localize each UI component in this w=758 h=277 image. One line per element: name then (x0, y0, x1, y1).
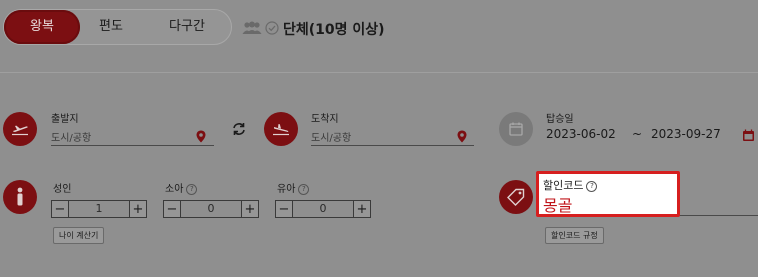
infant-label: 유아? (277, 180, 310, 195)
destination-underline (311, 145, 474, 146)
infant-plus-button[interactable]: + (353, 200, 371, 218)
adult-stepper: − 1 + (51, 200, 147, 218)
help-icon[interactable]: ? (298, 183, 310, 195)
end-date[interactable]: 2023-09-27 (651, 127, 721, 141)
help-icon[interactable]: ? (586, 180, 598, 192)
date-separator: ~ (632, 127, 643, 141)
promo-label: 할인코드? (543, 177, 598, 193)
tab-multi-city[interactable]: 다구간 (152, 10, 222, 44)
child-plus-button[interactable]: + (241, 200, 259, 218)
group-icon (242, 20, 262, 39)
destination-input[interactable]: 도시/공항 (311, 129, 351, 144)
help-icon[interactable]: ? (186, 183, 198, 195)
plane-arrive-icon (264, 112, 298, 146)
trip-type-tabs: 왕복 편도 다구간 (3, 9, 232, 45)
age-calculator-button[interactable]: 나이 계산기 (53, 227, 105, 244)
divider (0, 72, 758, 73)
infant-stepper: − 0 + (275, 200, 371, 218)
child-count[interactable]: 0 (181, 200, 241, 218)
tag-icon (499, 180, 533, 214)
person-icon (3, 180, 37, 214)
promo-code-input[interactable]: 몽골 (543, 192, 572, 216)
start-date[interactable]: 2023-06-02 (546, 127, 616, 141)
calendar-icon (499, 112, 533, 146)
child-label-text: 소아 (165, 184, 184, 195)
adult-label: 성인 (53, 184, 72, 195)
swap-icon[interactable] (232, 121, 246, 140)
origin-label: 출발지 (51, 114, 79, 125)
adult-count[interactable]: 1 (69, 200, 129, 218)
infant-minus-button[interactable]: − (275, 200, 293, 218)
child-label: 소아? (165, 180, 198, 195)
checkbox-circle-icon[interactable] (265, 20, 279, 39)
adult-plus-button[interactable]: + (129, 200, 147, 218)
promo-label-text: 할인코드 (543, 179, 584, 192)
promo-code-box[interactable]: 할인코드? 몽골 (536, 171, 680, 217)
origin-underline (51, 145, 214, 146)
infant-count[interactable]: 0 (293, 200, 353, 218)
child-minus-button[interactable]: − (163, 200, 181, 218)
dates-label: 탑승일 (546, 114, 574, 125)
calendar-picker-icon[interactable] (742, 127, 755, 146)
promo-rules-button[interactable]: 할인코드 규정 (545, 227, 604, 244)
tab-one-way[interactable]: 편도 (80, 10, 142, 44)
origin-input[interactable]: 도시/공항 (51, 129, 91, 144)
child-stepper: − 0 + (163, 200, 259, 218)
plane-depart-icon (3, 112, 37, 146)
adult-minus-button[interactable]: − (51, 200, 69, 218)
infant-label-text: 유아 (277, 184, 296, 195)
destination-label: 도착지 (311, 114, 339, 125)
group-booking-option[interactable]: 단체(10명 이상) (242, 18, 385, 40)
group-booking-label: 단체(10명 이상) (283, 22, 385, 38)
tab-round-trip[interactable]: 왕복 (4, 10, 80, 44)
